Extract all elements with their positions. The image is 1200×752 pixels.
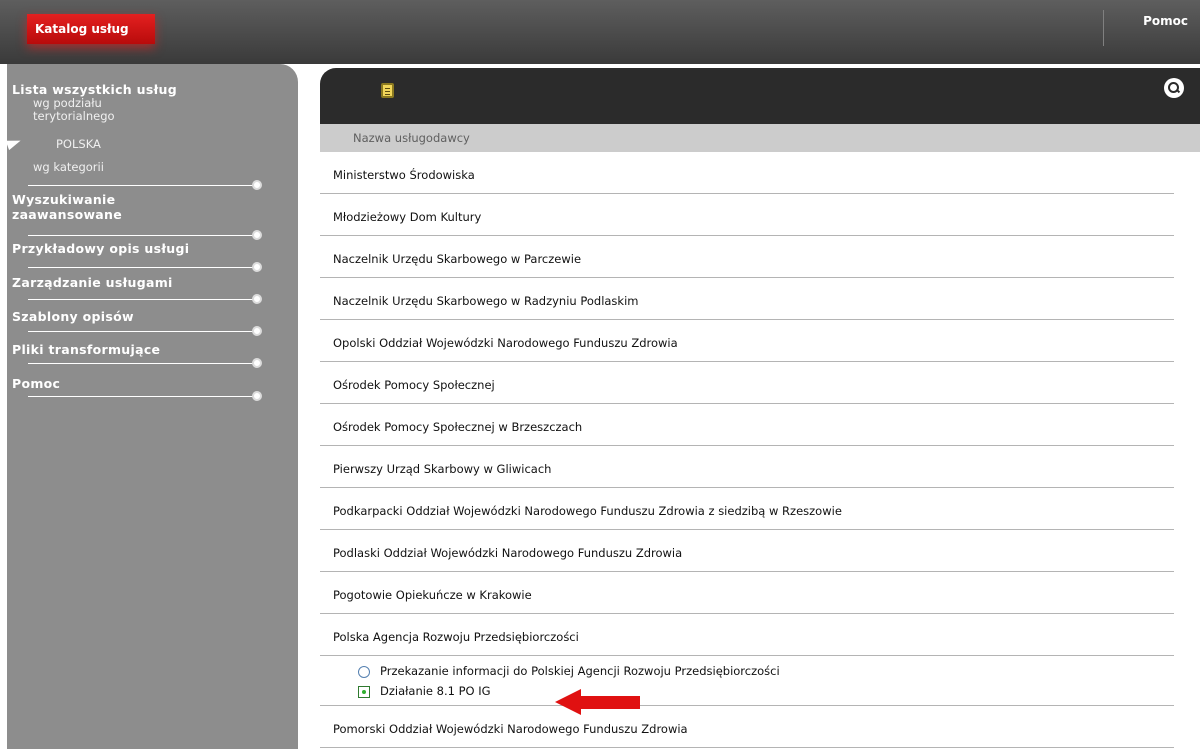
divider — [28, 185, 258, 186]
sidebar-item-by-territory[interactable]: wg podziału terytorialnego — [33, 97, 153, 123]
divider — [28, 267, 258, 268]
active-pointer-icon — [5, 135, 23, 151]
sidebar: Lista wszystkich usług wg podziału teryt… — [5, 64, 298, 749]
list-item[interactable]: Naczelnik Urzędu Skarbowego w Parczewie — [320, 236, 1174, 278]
provider-list: Ministerstwo Środowiska Młodzieżowy Dom … — [320, 152, 1174, 748]
service-option-label: Przekazanie informacji do Polskiej Agenc… — [380, 664, 780, 678]
service-options: Przekazanie informacji do Polskiej Agenc… — [320, 656, 1174, 706]
radio-unselected-icon[interactable] — [358, 666, 370, 678]
bullet-icon — [252, 262, 262, 272]
bullet-icon — [252, 180, 262, 190]
bullet-icon — [252, 294, 262, 304]
radio-selected-icon[interactable] — [358, 686, 370, 698]
list-item[interactable]: Podkarpacki Oddział Wojewódzki Narodoweg… — [320, 488, 1174, 530]
divider — [28, 299, 258, 300]
top-bar: Katalog usług Pomoc — [0, 0, 1200, 64]
bullet-icon — [252, 230, 262, 240]
sidebar-item-service-management[interactable]: Zarządzanie usługami — [12, 275, 173, 290]
list-item-expanded[interactable]: Polska Agencja Rozwoju Przedsiębiorczośc… — [320, 614, 1174, 656]
sidebar-item-polska[interactable]: POLSKA — [56, 137, 101, 151]
service-option-label: Działanie 8.1 PO IG — [380, 684, 491, 698]
top-bar-divider — [1103, 10, 1104, 46]
divider — [28, 235, 258, 236]
list-item[interactable]: Pierwszy Urząd Skarbowy w Gliwicach — [320, 446, 1174, 488]
bullet-icon — [252, 391, 262, 401]
bullet-icon — [252, 326, 262, 336]
list-item[interactable]: Pomorski Oddział Wojewódzki Narodowego F… — [320, 706, 1174, 748]
list-item[interactable]: Podlaski Oddział Wojewódzki Narodowego F… — [320, 530, 1174, 572]
list-item[interactable]: Młodzieżowy Dom Kultury — [320, 194, 1174, 236]
divider — [28, 396, 258, 397]
bullet-icon — [252, 358, 262, 368]
list-item[interactable]: Pogotowie Opiekuńcze w Krakowie — [320, 572, 1174, 614]
sidebar-item-transform-files[interactable]: Pliki transformujące — [12, 342, 160, 357]
search-icon[interactable] — [1164, 78, 1184, 98]
divider — [28, 331, 258, 332]
sidebar-item-by-category[interactable]: wg kategorii — [33, 160, 104, 174]
panel-header — [320, 68, 1200, 124]
sidebar-item-sample-description[interactable]: Przykładowy opis usługi — [12, 241, 189, 256]
list-item[interactable]: Ośrodek Pomocy Społecznej — [320, 362, 1174, 404]
list-item[interactable]: Opolski Oddział Wojewódzki Narodowego Fu… — [320, 320, 1174, 362]
tab-katalog-uslug[interactable]: Katalog usług — [27, 14, 155, 44]
list-item[interactable]: Naczelnik Urzędu Skarbowego w Radzyniu P… — [320, 278, 1174, 320]
red-arrow-icon — [555, 689, 640, 715]
sidebar-item-templates[interactable]: Szablony opisów — [12, 309, 134, 324]
sidebar-item-help[interactable]: Pomoc — [12, 376, 60, 391]
divider — [28, 363, 258, 364]
list-item[interactable]: Ministerstwo Środowiska — [320, 152, 1174, 194]
column-header: Nazwa usługodawcy — [320, 124, 1200, 152]
help-link[interactable]: Pomoc — [1143, 14, 1188, 28]
sidebar-item-advanced-search[interactable]: Wyszukiwanie zaawansowane — [12, 192, 212, 222]
document-icon[interactable] — [381, 83, 394, 98]
sidebar-item-all-services[interactable]: Lista wszystkich usług — [12, 82, 177, 97]
list-item[interactable]: Ośrodek Pomocy Społecznej w Brzeszczach — [320, 404, 1174, 446]
